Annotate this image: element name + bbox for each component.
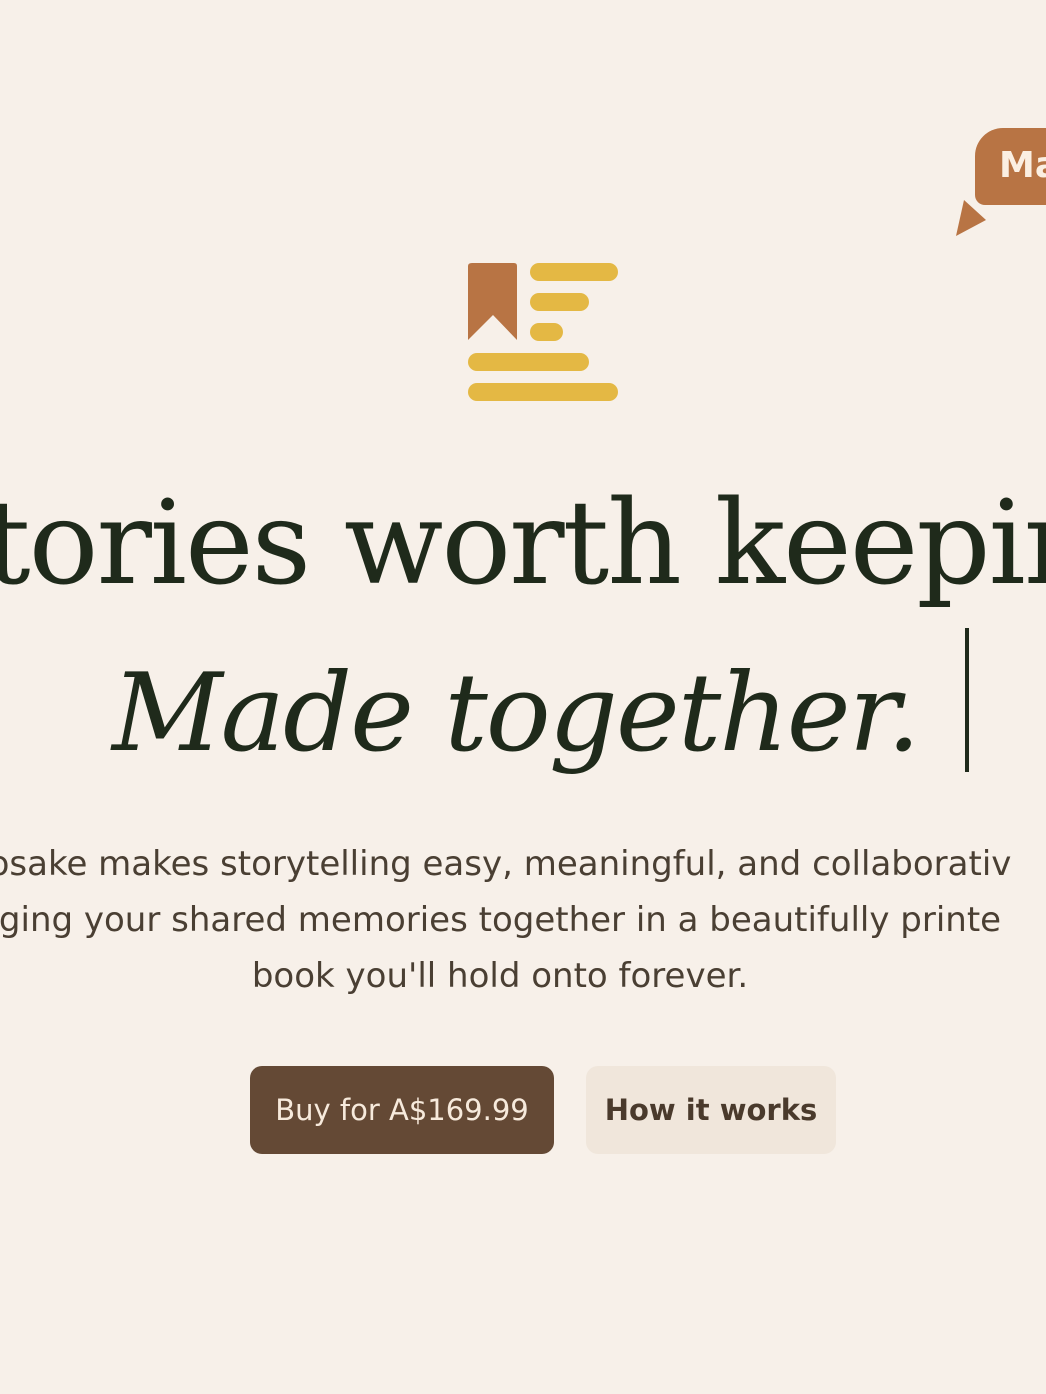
speech-bubble-text: Ma: [999, 145, 1046, 186]
hero-headline-line2: Made together.: [112, 651, 921, 776]
how-it-works-button[interactable]: How it works: [586, 1066, 836, 1154]
hero-headline-line1: tories worth keepin: [0, 478, 1046, 611]
hero-subcopy-line: osake makes storytelling easy, meaningfu…: [0, 844, 1012, 884]
hero-subcopy: osake makes storytelling easy, meaningfu…: [0, 836, 1046, 1004]
speech-bubble-tail-icon: [956, 200, 986, 236]
buy-button-label: Buy for A$169.99: [275, 1093, 529, 1127]
bookmark-lines-logo-icon: [468, 263, 618, 401]
hero-subcopy-line: book you'll hold onto forever.: [251, 956, 749, 996]
typing-caret: [965, 628, 969, 772]
hero-subcopy-line: ging your shared memories together in a …: [0, 900, 1002, 940]
buy-button[interactable]: Buy for A$169.99: [250, 1066, 554, 1154]
how-it-works-button-label: How it works: [604, 1093, 818, 1127]
hero-headline: tories worth keepin: [0, 478, 1046, 618]
